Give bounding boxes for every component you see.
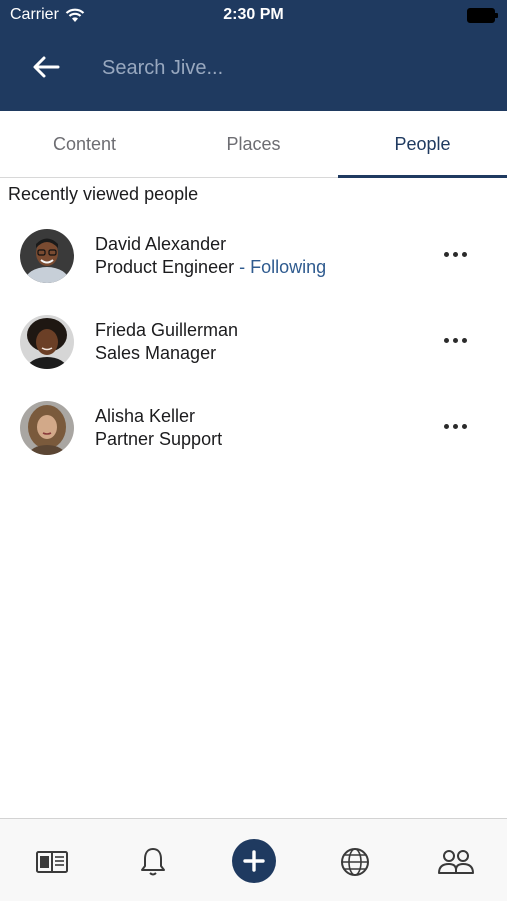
search-row [0,38,507,98]
more-options-button[interactable] [437,242,473,266]
person-title: Product Engineer - Following [95,257,326,278]
dot-icon [443,251,449,257]
bell-icon [141,848,165,876]
plus-icon [243,850,265,872]
news-icon [36,851,68,873]
dot-icon [443,423,449,429]
list-item[interactable]: Frieda Guillerman Sales Manager [0,312,507,398]
dot-icon [452,251,458,257]
avatar [20,401,74,455]
person-title: Sales Manager [95,343,216,364]
list-item[interactable]: Alisha Keller Partner Support [0,398,507,484]
dot-icon [452,337,458,343]
dot-icon [443,337,449,343]
following-link[interactable]: - Following [234,257,326,277]
notifications-button[interactable] [128,837,178,887]
dot-icon [461,337,467,343]
more-options-button[interactable] [437,414,473,438]
back-button[interactable] [28,52,64,82]
places-button[interactable] [330,837,380,887]
dot-icon [452,423,458,429]
tab-places[interactable]: Places [169,111,338,177]
news-button[interactable] [27,837,77,887]
globe-icon [341,848,369,876]
tab-bar: Content Places People [0,111,507,178]
tab-people[interactable]: People [338,111,507,178]
list-item[interactable]: David Alexander Product Engineer - Follo… [0,226,507,312]
people-button[interactable] [431,837,481,887]
person-name: Alisha Keller [95,406,196,426]
person-title: Partner Support [95,429,222,450]
people-icon [438,850,474,874]
person-title-text: Sales Manager [95,343,217,363]
top-bar: Carrier 2:30 PM [0,0,507,111]
avatar [20,315,74,369]
tab-content[interactable]: Content [0,111,169,177]
search-input[interactable] [100,50,464,86]
avatar [20,229,74,283]
bottom-nav [0,818,507,901]
more-options-button[interactable] [437,328,473,352]
dot-icon [461,251,467,257]
status-time: 2:30 PM [223,6,284,23]
person-title-text: Product Engineer [95,257,235,277]
status-bar: Carrier 2:30 PM [0,0,507,30]
compose-button[interactable] [232,839,276,883]
section-title: Recently viewed people [8,184,199,204]
people-list: David Alexander Product Engineer - Follo… [0,226,507,484]
person-name: David Alexander [95,234,227,254]
arrow-left-icon [33,56,60,78]
battery-icon [467,8,498,23]
person-title-text: Partner Support [95,429,223,449]
person-name: Frieda Guillerman [95,320,239,340]
dot-icon [461,423,467,429]
